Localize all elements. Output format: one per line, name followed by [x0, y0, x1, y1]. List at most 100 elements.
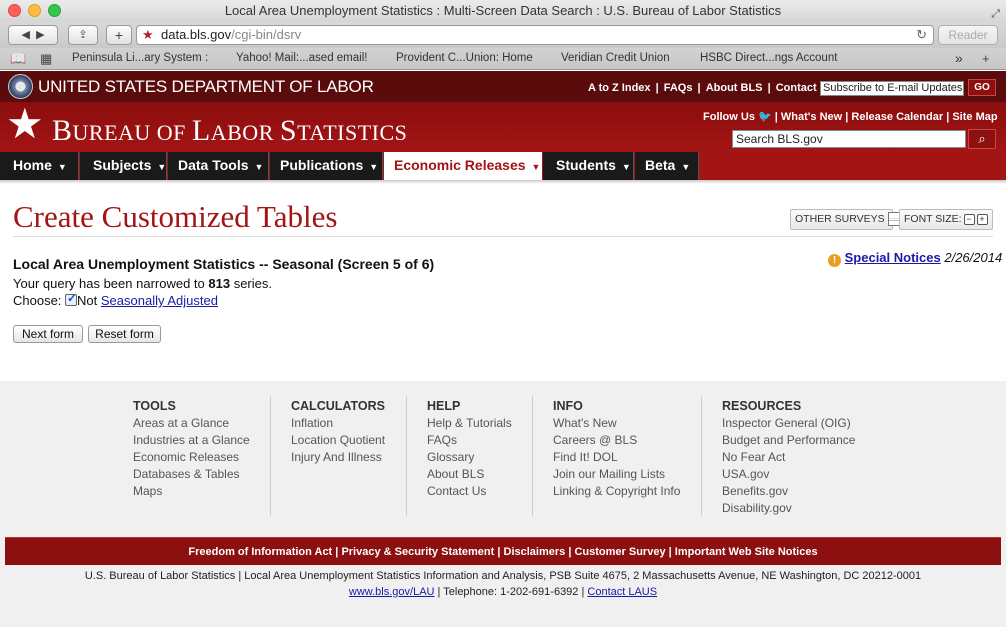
nav-data-tools[interactable]: Data Tools ▼: [168, 152, 269, 180]
reset-form-button[interactable]: Reset form: [88, 325, 161, 343]
dol-top-links: A to Z Index | FAQs | About BLS | Contac…: [588, 82, 834, 94]
reload-icon[interactable]: ↻: [916, 26, 927, 44]
search-input[interactable]: Search BLS.gov: [732, 130, 966, 148]
footer-link[interactable]: Disability.gov: [722, 500, 855, 517]
search-button[interactable]: ⌕: [968, 129, 996, 149]
add-bookmark-icon[interactable]: +: [982, 51, 990, 66]
nav-beta[interactable]: Beta ▼: [635, 152, 699, 180]
footer-link[interactable]: Find It! DOL: [553, 449, 680, 466]
nav-students[interactable]: Students ▼: [543, 152, 634, 180]
subscribe-email-input[interactable]: Subscribe to E-mail Updates: [820, 81, 964, 96]
special-notices-link[interactable]: Special Notices: [845, 250, 941, 265]
footer-link[interactable]: Industries at a Glance: [133, 432, 250, 449]
footer: TOOLS Areas at a Glance Industries at a …: [0, 381, 1006, 627]
site-favicon-icon: ★: [142, 27, 154, 42]
subscribe-go-button[interactable]: GO: [968, 79, 996, 96]
footer-link[interactable]: About BLS: [427, 466, 512, 483]
privacy-link[interactable]: Privacy & Security Statement: [341, 546, 494, 558]
minimize-window-button[interactable]: [28, 4, 41, 17]
footer-link[interactable]: FAQs: [427, 432, 512, 449]
footer-link[interactable]: Inspector General (OIG): [722, 415, 855, 432]
contact-laus-link[interactable]: Contact LAUS: [587, 586, 657, 598]
footer-link[interactable]: Injury And Illness: [291, 449, 385, 466]
footer-link[interactable]: Location Quotient: [291, 432, 385, 449]
font-increase-icon[interactable]: +: [976, 213, 988, 225]
footer-link[interactable]: What's New: [553, 415, 680, 432]
footer-column-info: INFO What's New Careers @ BLS Find It! D…: [553, 398, 680, 500]
bls-star-logo-icon[interactable]: ★: [6, 103, 44, 145]
seasonally-adjusted-link[interactable]: Seasonally Adjusted: [101, 293, 218, 308]
footer-link[interactable]: No Fear Act: [722, 449, 855, 466]
footer-divider: [701, 396, 702, 516]
footer-link[interactable]: Help & Tutorials: [427, 415, 512, 432]
zoom-window-button[interactable]: [48, 4, 61, 17]
footer-link[interactable]: Glossary: [427, 449, 512, 466]
nav-home[interactable]: Home ▼: [0, 152, 79, 180]
footer-link[interactable]: Areas at a Glance: [133, 415, 250, 432]
site-map-link[interactable]: Site Map: [952, 111, 997, 123]
whats-new-link[interactable]: What's New: [781, 111, 842, 123]
top-sites-grid-icon[interactable]: ▦: [40, 51, 52, 67]
dol-header: UNITED STATES DEPARTMENT OF LABOR A to Z…: [0, 71, 1006, 102]
bookmark-item[interactable]: Veridian Credit Union: [561, 52, 670, 64]
close-window-button[interactable]: [8, 4, 21, 17]
nav-publications[interactable]: Publications ▼: [270, 152, 383, 180]
footer-link[interactable]: Join our Mailing Lists: [553, 466, 680, 483]
font-size-control: FONT SIZE: − +: [899, 209, 993, 230]
series-count: 813: [208, 276, 231, 291]
dol-seal-logo[interactable]: [8, 74, 33, 99]
new-tab-button[interactable]: +: [106, 25, 132, 45]
forward-icon[interactable]: ▶: [36, 29, 44, 41]
query-status: Your query has been narrowed to 813 seri…: [13, 276, 272, 291]
a-to-z-link[interactable]: A to Z Index: [588, 82, 651, 94]
bookmark-item[interactable]: HSBC Direct...ngs Account: [700, 52, 837, 64]
footer-link[interactable]: Benefits.gov: [722, 483, 855, 500]
search-icon: ⌕: [978, 131, 986, 146]
other-surveys-button[interactable]: OTHER SURVEYS: [790, 209, 901, 230]
next-form-button[interactable]: Next form: [13, 325, 83, 343]
footer-link[interactable]: Inflation: [291, 415, 385, 432]
lau-link[interactable]: www.bls.gov/LAU: [349, 586, 435, 598]
bookmarks-overflow-icon[interactable]: »: [955, 50, 963, 66]
bls-title[interactable]: BUREAU OF LABOR STATISTICS: [52, 114, 407, 148]
back-forward-buttons[interactable]: ◀ ▶: [8, 25, 58, 45]
nav-subjects[interactable]: Subjects ▼: [80, 152, 167, 180]
footer-link[interactable]: Careers @ BLS: [553, 432, 680, 449]
chevron-down-icon: ▼: [57, 162, 67, 172]
font-decrease-icon[interactable]: −: [963, 213, 975, 225]
faqs-link[interactable]: FAQs: [664, 82, 693, 94]
twitter-icon[interactable]: 🐦: [758, 111, 772, 123]
foia-link[interactable]: Freedom of Information Act: [188, 546, 332, 558]
not-seasonally-adjusted-checkbox[interactable]: [65, 291, 77, 306]
chevron-down-icon: ▼: [531, 162, 541, 172]
chevron-down-icon: ▼: [621, 162, 631, 172]
bookmark-item[interactable]: Provident C...Union: Home: [396, 52, 533, 64]
footer-divider: [406, 396, 407, 516]
bookmark-item[interactable]: Peninsula Li...ary System :: [72, 52, 208, 64]
footer-link[interactable]: Maps: [133, 483, 250, 500]
disclaimers-link[interactable]: Disclaimers: [504, 546, 566, 558]
reading-list-icon[interactable]: 📖: [10, 51, 26, 67]
warning-icon: !: [828, 254, 841, 267]
web-notices-link[interactable]: Important Web Site Notices: [675, 546, 818, 558]
footer-link[interactable]: Databases & Tables: [133, 466, 250, 483]
dol-title[interactable]: UNITED STATES DEPARTMENT OF LABOR: [38, 77, 374, 97]
customer-survey-link[interactable]: Customer Survey: [574, 546, 665, 558]
back-icon[interactable]: ◀: [21, 29, 29, 41]
url-path: /cgi-bin/dsrv: [231, 27, 302, 42]
footer-address: U.S. Bureau of Labor Statistics | Local …: [84, 570, 922, 582]
footer-link[interactable]: Budget and Performance: [722, 432, 855, 449]
nav-economic-releases[interactable]: Economic Releases ▼: [384, 152, 542, 180]
footer-link[interactable]: Linking & Copyright Info: [553, 483, 680, 500]
release-calendar-link[interactable]: Release Calendar: [851, 111, 943, 123]
about-bls-link[interactable]: About BLS: [706, 82, 763, 94]
footer-link[interactable]: Economic Releases: [133, 449, 250, 466]
reader-button[interactable]: Reader: [938, 25, 998, 45]
bookmark-item[interactable]: Yahoo! Mail:...ased email!: [236, 52, 367, 64]
footer-link[interactable]: USA.gov: [722, 466, 855, 483]
footer-link[interactable]: Contact Us: [427, 483, 512, 500]
window-titlebar: Local Area Unemployment Statistics : Mul…: [0, 0, 1006, 22]
address-bar[interactable]: ★ data.bls.gov/cgi-bin/dsrv ↻: [136, 25, 934, 45]
follow-us-link[interactable]: Follow Us: [703, 111, 755, 123]
share-button[interactable]: ⇪: [68, 25, 98, 45]
